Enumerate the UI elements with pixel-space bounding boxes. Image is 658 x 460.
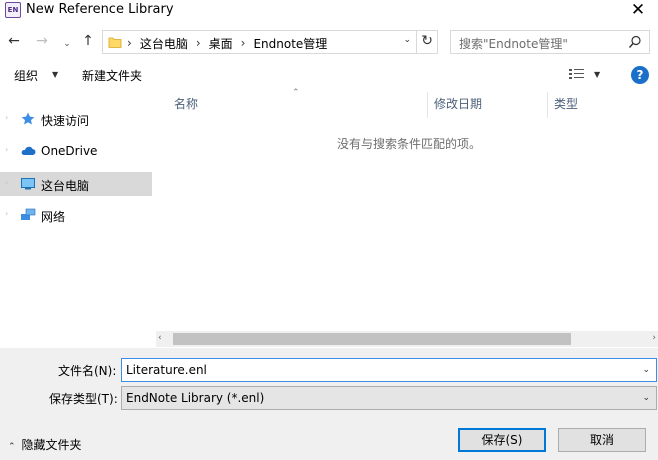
- search-placeholder: 搜索"Endnote管理": [459, 37, 568, 51]
- caret-down-icon[interactable]: ▼: [52, 70, 58, 79]
- column-header-name[interactable]: 名称: [174, 92, 198, 116]
- breadcrumb-item-this-pc[interactable]: 这台电脑: [140, 35, 188, 52]
- sidebar-item-label: 快速访问: [41, 114, 90, 128]
- network-icon: [21, 208, 36, 220]
- column-header-date-modified[interactable]: 修改日期: [434, 92, 482, 116]
- save-button[interactable]: 保存(S): [458, 428, 546, 452]
- navigation-pane: › 快速访问 › OneDrive › 这台电脑 › 网络: [0, 92, 154, 347]
- chevron-down-icon[interactable]: ⌄: [642, 393, 650, 403]
- title-bar: EN New Reference Library ✕: [0, 0, 658, 22]
- hide-folders-label: 隐藏文件夹: [21, 438, 82, 452]
- chevron-right-icon[interactable]: ›: [5, 178, 8, 187]
- chevron-right-icon[interactable]: ›: [5, 145, 8, 154]
- breadcrumb-item-endnote[interactable]: Endnote管理: [253, 35, 327, 52]
- cloud-icon: [21, 146, 36, 155]
- view-options-icon[interactable]: [568, 67, 586, 81]
- filetype-label: 保存类型(T):: [49, 392, 118, 406]
- command-bar: 组织 ▼ 新建文件夹 ▼ ?: [0, 62, 658, 88]
- filetype-value: EndNote Library (*.enl): [126, 391, 265, 405]
- scroll-right-icon[interactable]: ›: [652, 333, 656, 343]
- filename-label: 文件名(N):: [58, 364, 117, 378]
- chevron-right-icon[interactable]: ›: [241, 36, 246, 50]
- filename-field[interactable]: ⌄: [121, 358, 657, 382]
- up-button[interactable]: ↑: [80, 32, 96, 50]
- column-divider[interactable]: [547, 92, 548, 118]
- close-button[interactable]: ✕: [618, 0, 658, 22]
- forward-button[interactable]: →: [34, 32, 50, 50]
- sidebar-item-this-pc[interactable]: › 这台电脑: [0, 172, 152, 196]
- window-title: New Reference Library: [26, 2, 174, 17]
- hide-folders-toggle[interactable]: ⌃ 隐藏文件夹: [8, 436, 82, 453]
- help-icon[interactable]: ?: [631, 66, 649, 84]
- endnote-app-icon: EN: [5, 2, 21, 18]
- chevron-down-icon[interactable]: ⌄: [642, 365, 650, 375]
- sidebar-item-label: 这台电脑: [41, 179, 90, 193]
- sidebar-item-label: OneDrive: [41, 144, 98, 158]
- empty-message: 没有与搜索条件匹配的项。: [337, 137, 482, 151]
- back-button[interactable]: ←: [6, 32, 22, 50]
- breadcrumb-item-desktop[interactable]: 桌面: [209, 35, 233, 52]
- search-icon[interactable]: [628, 35, 642, 49]
- search-input[interactable]: 搜索"Endnote管理": [450, 30, 650, 54]
- scrollbar-thumb[interactable]: [173, 333, 571, 345]
- save-panel: 文件名(N): ⌄ 保存类型(T): EndNote Library (*.en…: [0, 348, 658, 460]
- folder-icon: [108, 37, 122, 48]
- divider: [416, 31, 417, 53]
- cancel-button[interactable]: 取消: [558, 428, 646, 452]
- filetype-select[interactable]: EndNote Library (*.enl) ⌄: [121, 386, 657, 410]
- sidebar-item-label: 网络: [41, 210, 66, 224]
- new-folder-button[interactable]: 新建文件夹: [82, 67, 142, 84]
- computer-icon: [21, 178, 35, 190]
- address-bar[interactable]: › 这台电脑 › 桌面 › Endnote管理 ⌄ ↻: [102, 30, 438, 54]
- breadcrumb: › 这台电脑 › 桌面 › Endnote管理: [127, 35, 327, 51]
- recent-locations-dropdown[interactable]: ⌄: [62, 35, 72, 53]
- star-icon: [21, 112, 35, 125]
- scroll-left-icon[interactable]: ‹: [158, 333, 162, 343]
- column-divider[interactable]: [427, 92, 428, 118]
- file-list: ⌃ 名称 修改日期 类型 没有与搜索条件匹配的项。: [156, 88, 658, 332]
- chevron-right-icon[interactable]: ›: [196, 36, 201, 50]
- sidebar-item-onedrive[interactable]: › OneDrive: [0, 139, 152, 163]
- sidebar-item-quick-access[interactable]: › 快速访问: [0, 107, 152, 131]
- organize-button[interactable]: 组织: [14, 67, 38, 84]
- refresh-icon[interactable]: ↻: [421, 33, 433, 49]
- caret-down-icon[interactable]: ▼: [594, 70, 600, 79]
- sidebar-item-network[interactable]: › 网络: [0, 203, 152, 227]
- chevron-right-icon: ›: [127, 36, 132, 50]
- address-dropdown-icon[interactable]: ⌄: [403, 35, 411, 45]
- sort-ascending-icon: ⌃: [292, 88, 300, 98]
- chevron-right-icon[interactable]: ›: [5, 113, 8, 122]
- navigation-bar: ← → ⌄ ↑ › 这台电脑 › 桌面 › Endnote管理 ⌄ ↻ 搜索"E…: [0, 28, 658, 56]
- chevron-right-icon[interactable]: ›: [5, 209, 8, 218]
- column-header-type[interactable]: 类型: [554, 92, 578, 116]
- horizontal-scrollbar[interactable]: ‹ ›: [156, 331, 658, 347]
- chevron-up-icon: ⌃: [8, 442, 16, 452]
- filename-input[interactable]: [126, 362, 626, 378]
